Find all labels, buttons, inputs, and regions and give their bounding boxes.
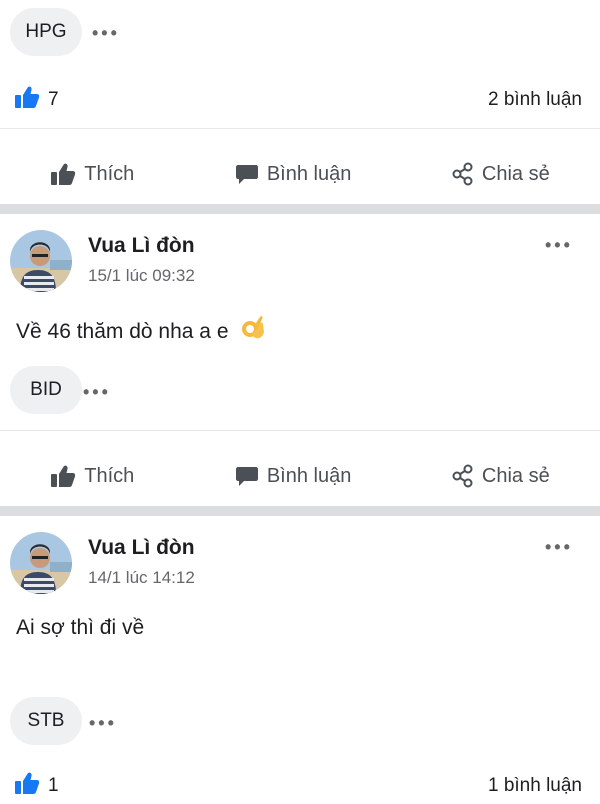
like-button[interactable]: Thích (50, 464, 134, 488)
share-icon (452, 464, 474, 488)
avatar[interactable] (10, 532, 72, 594)
post-text: Ai sợ thì đi về (16, 616, 145, 639)
like-summary[interactable]: 1 (14, 771, 59, 801)
like-button-label: Thích (84, 464, 135, 487)
post-text: Về 46 thăm dò nha a e (16, 314, 266, 348)
share-button[interactable]: Chia sẻ (452, 464, 550, 488)
tag-more-icon[interactable]: ••• (92, 24, 120, 42)
like-button-label: Thích (84, 162, 135, 185)
author-name[interactable]: Vua Lì đòn (88, 536, 195, 560)
divider (0, 430, 600, 431)
reaction-stats: 1 1 bình luận (0, 768, 600, 804)
stock-tag-chip[interactable]: BID (10, 366, 82, 414)
share-button-label: Chia sẻ (481, 162, 550, 185)
like-button[interactable]: Thích (50, 162, 134, 186)
stock-tag-chip[interactable]: HPG (10, 8, 82, 56)
ok-hand-emoji (240, 314, 266, 348)
like-count-value: 7 (48, 89, 59, 110)
like-reaction-icon (14, 85, 40, 115)
stock-tag-chip[interactable]: STB (10, 697, 82, 745)
comment-count-link[interactable]: 1 bình luận (488, 775, 582, 797)
stock-tag-label: HPG (25, 21, 67, 42)
avatar[interactable] (10, 230, 72, 292)
comment-button[interactable]: Bình luận (235, 162, 352, 186)
like-count-value: 1 (48, 775, 59, 796)
post-timestamp[interactable]: 14/1 lúc 14:12 (88, 568, 195, 588)
comment-bubble-icon (235, 162, 259, 186)
reaction-stats: 7 2 bình luận (0, 82, 600, 118)
share-button-label: Chia sẻ (481, 464, 550, 487)
comment-button[interactable]: Bình luận (235, 464, 352, 488)
share-button[interactable]: Chia sẻ (452, 162, 550, 186)
action-bar: Thích Bình luận Chia sẻ (0, 448, 600, 504)
post-text-content: Về 46 thăm dò nha a e (16, 320, 229, 343)
comment-button-label: Bình luận (266, 464, 352, 487)
thumbs-up-icon (50, 464, 76, 488)
stock-tag-label: STB (27, 710, 65, 731)
share-icon (452, 162, 474, 186)
comment-bubble-icon (235, 464, 259, 488)
more-options-icon[interactable]: ••• (545, 236, 573, 254)
author-name[interactable]: Vua Lì đòn (88, 234, 195, 258)
like-reaction-icon (14, 771, 40, 801)
post-timestamp[interactable]: 15/1 lúc 09:32 (88, 266, 195, 286)
divider (0, 128, 600, 129)
more-options-icon[interactable]: ••• (545, 538, 573, 556)
tag-more-icon[interactable]: ••• (89, 714, 117, 732)
thumbs-up-icon (50, 162, 76, 186)
post-separator (0, 506, 600, 516)
post-separator (0, 204, 600, 214)
stock-tag-label: BID (30, 379, 62, 400)
comment-count-link[interactable]: 2 bình luận (488, 89, 582, 111)
like-summary[interactable]: 7 (14, 85, 59, 115)
tag-more-icon[interactable]: ••• (83, 383, 111, 401)
comment-button-label: Bình luận (266, 162, 352, 185)
action-bar: Thích Bình luận Chia sẻ (0, 146, 600, 202)
